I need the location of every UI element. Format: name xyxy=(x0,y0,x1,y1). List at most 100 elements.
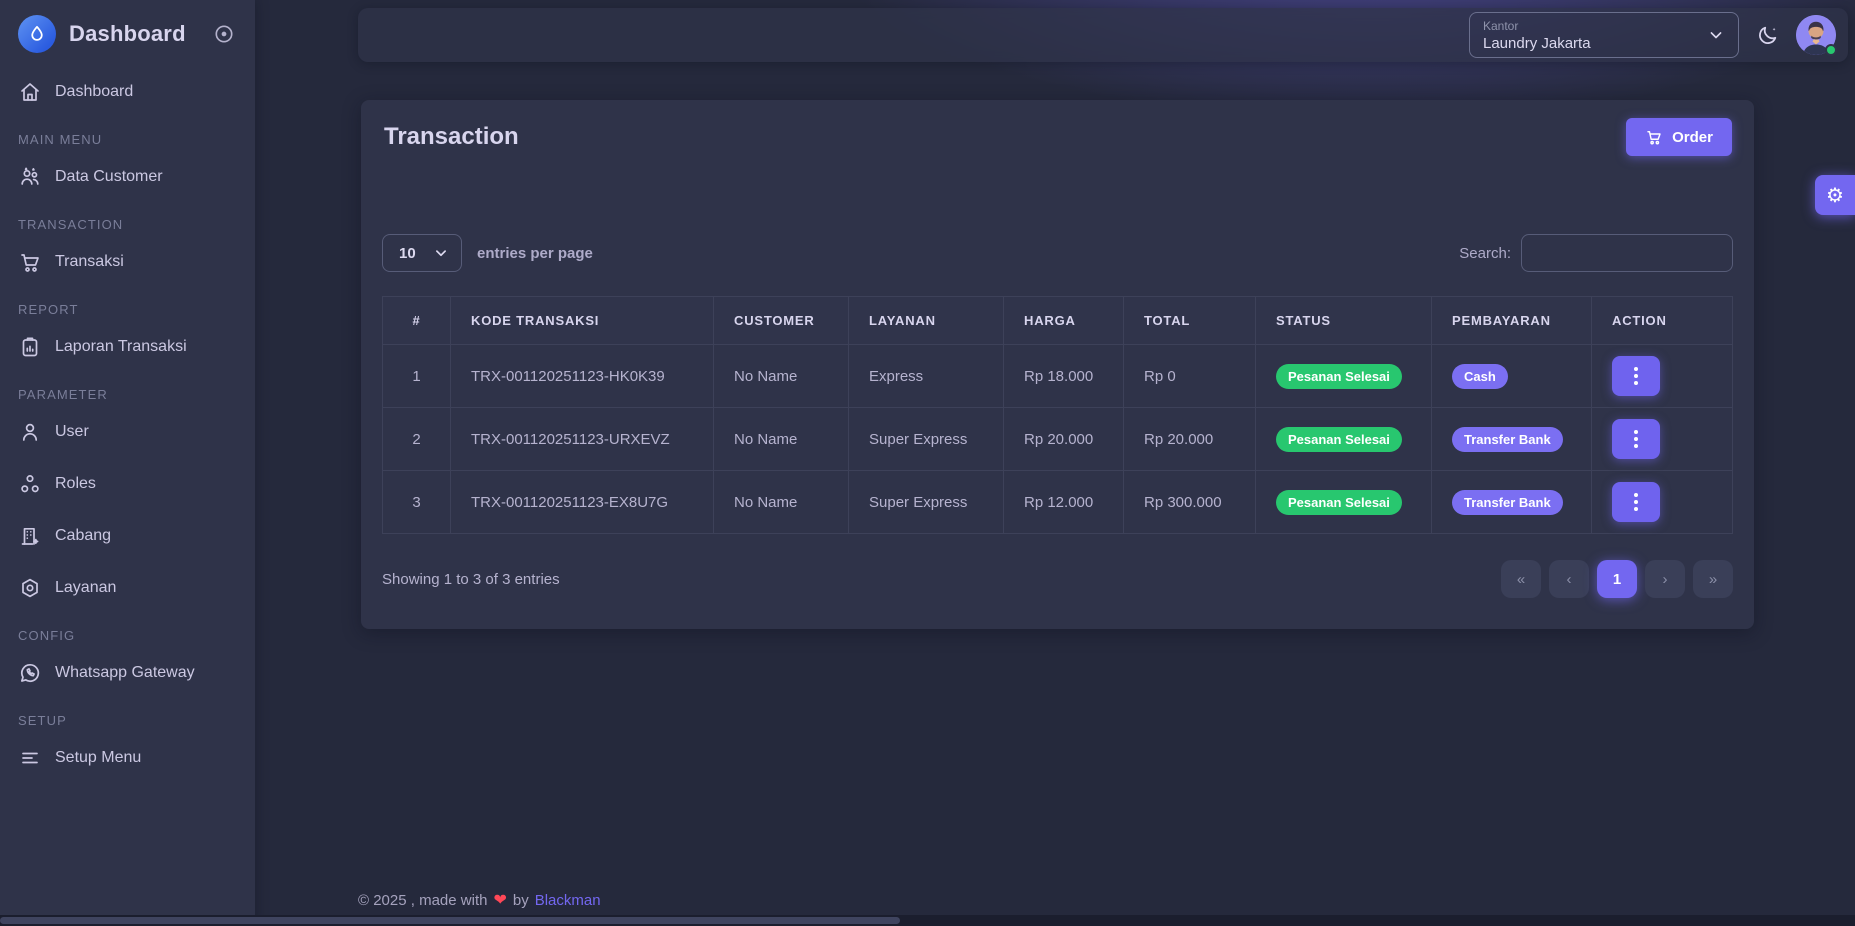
transaction-card: Transaction Order 10 entries per page xyxy=(361,100,1754,629)
building-icon xyxy=(18,524,42,548)
entries-per-page-label: entries per page xyxy=(477,245,593,262)
order-button[interactable]: Order xyxy=(1626,118,1732,156)
sidebar-section-report: REPORT xyxy=(18,302,237,317)
cell-status: Pesanan Selesai xyxy=(1256,471,1432,534)
cell-total: Rp 0 xyxy=(1124,345,1256,408)
user-avatar[interactable] xyxy=(1796,15,1836,55)
status-badge: Pesanan Selesai xyxy=(1276,427,1402,452)
card-header: Transaction Order xyxy=(361,100,1754,156)
table-header-row: # KODE TRANSAKSI CUSTOMER LAYANAN HARGA … xyxy=(383,297,1733,345)
table-controls: 10 entries per page Search: xyxy=(361,234,1754,272)
col-header-layanan: LAYANAN xyxy=(849,297,1004,345)
users-icon xyxy=(18,165,42,189)
cell-status: Pesanan Selesai xyxy=(1256,408,1432,471)
row-actions-button[interactable] xyxy=(1612,482,1660,522)
footer-author-link[interactable]: Blackman xyxy=(535,892,601,909)
ellipsis-icon xyxy=(1634,493,1638,497)
cell-no: 2 xyxy=(383,408,451,471)
sidebar-item-label: Whatsapp Gateway xyxy=(55,664,195,682)
sidebar-item-label: Layanan xyxy=(55,579,116,597)
table-row: 2 TRX-001120251123-URXEVZ No Name Super … xyxy=(383,408,1733,471)
cell-pembayaran: Transfer Bank xyxy=(1432,408,1592,471)
search-input[interactable] xyxy=(1521,234,1733,272)
pagination-page-1-button[interactable]: 1 xyxy=(1597,560,1637,598)
ellipsis-icon xyxy=(1634,367,1638,371)
sidebar-section-setup: SETUP xyxy=(18,713,237,728)
col-header-action: ACTION xyxy=(1592,297,1733,345)
search-label: Search: xyxy=(1459,245,1511,262)
cell-action xyxy=(1592,345,1733,408)
pagination-last-button[interactable]: » xyxy=(1693,560,1733,598)
transactions-table-wrap: # KODE TRANSAKSI CUSTOMER LAYANAN HARGA … xyxy=(382,296,1733,534)
sidebar-item-data-customer[interactable]: Data Customer xyxy=(0,157,255,197)
entries-per-page: 10 entries per page xyxy=(382,234,593,272)
sidebar-item-setup-menu[interactable]: Setup Menu xyxy=(0,738,255,778)
sidebar-collapse-toggle-icon[interactable] xyxy=(213,23,235,45)
pagination-first-button[interactable]: « xyxy=(1501,560,1541,598)
entries-select[interactable]: 10 xyxy=(382,234,462,272)
payment-badge: Transfer Bank xyxy=(1452,427,1563,452)
office-select-value: Laundry Jakarta xyxy=(1483,35,1706,52)
sidebar-item-dashboard[interactable]: Dashboard xyxy=(0,72,255,112)
home-icon xyxy=(18,80,42,104)
menu-lines-icon xyxy=(18,746,42,770)
payment-badge: Transfer Bank xyxy=(1452,490,1563,515)
table-row: 1 TRX-001120251123-HK0K39 No Name Expres… xyxy=(383,345,1733,408)
col-header-harga: HARGA xyxy=(1004,297,1124,345)
footer-copyright-text: © 2025 , made with xyxy=(358,892,487,909)
sidebar-item-roles[interactable]: Roles xyxy=(0,464,255,504)
sidebar-nav: Dashboard MAIN MENU Data Customer TRANSA… xyxy=(0,64,255,778)
cell-no: 1 xyxy=(383,345,451,408)
page-title: Transaction xyxy=(384,123,519,151)
cart-icon xyxy=(1645,128,1663,146)
sidebar-item-whatsapp-gateway[interactable]: Whatsapp Gateway xyxy=(0,653,255,693)
ellipsis-icon xyxy=(1634,430,1638,434)
pagination-next-button[interactable]: › xyxy=(1645,560,1685,598)
row-actions-button[interactable] xyxy=(1612,419,1660,459)
user-icon xyxy=(18,420,42,444)
dark-mode-toggle-moon-icon[interactable] xyxy=(1755,23,1780,48)
cell-customer: No Name xyxy=(714,471,849,534)
cell-total: Rp 20.000 xyxy=(1124,408,1256,471)
sidebar-item-laporan-transaksi[interactable]: Laporan Transaksi xyxy=(0,327,255,367)
status-badge: Pesanan Selesai xyxy=(1276,364,1402,389)
col-header-kode: KODE TRANSAKSI xyxy=(451,297,714,345)
col-header-pembayaran: PEMBAYARAN xyxy=(1432,297,1592,345)
sidebar-item-label: Setup Menu xyxy=(55,749,141,767)
col-header-customer: CUSTOMER xyxy=(714,297,849,345)
cell-kode: TRX-001120251123-URXEVZ xyxy=(451,408,714,471)
sidebar-item-user[interactable]: User xyxy=(0,412,255,452)
cell-kode: TRX-001120251123-HK0K39 xyxy=(451,345,714,408)
sidebar: Dashboard Dashboard MAIN MENU xyxy=(0,0,255,926)
page-footer: © 2025 , made with ❤ by Blackman xyxy=(358,890,601,910)
transactions-table: # KODE TRANSAKSI CUSTOMER LAYANAN HARGA … xyxy=(382,296,1733,534)
sidebar-item-transaksi[interactable]: Transaksi xyxy=(0,242,255,282)
pagination-prev-button[interactable]: ‹ xyxy=(1549,560,1589,598)
sidebar-item-cabang[interactable]: Cabang xyxy=(0,516,255,556)
payment-badge: Cash xyxy=(1452,364,1508,389)
sidebar-section-transaction: TRANSACTION xyxy=(18,217,237,232)
office-select[interactable]: Kantor Laundry Jakarta xyxy=(1469,12,1739,58)
cell-customer: No Name xyxy=(714,408,849,471)
office-select-label: Kantor xyxy=(1483,19,1706,33)
footer-by-text: by xyxy=(513,892,529,909)
showing-entries-text: Showing 1 to 3 of 3 entries xyxy=(382,571,560,588)
cell-layanan: Super Express xyxy=(849,408,1004,471)
cell-action xyxy=(1592,471,1733,534)
settings-customizer-button[interactable]: ⚙ xyxy=(1815,175,1855,215)
table-row: 3 TRX-001120251123-EX8U7G No Name Super … xyxy=(383,471,1733,534)
sidebar-item-label: Cabang xyxy=(55,527,111,545)
sidebar-item-layanan[interactable]: Layanan xyxy=(0,568,255,608)
sidebar-section-parameter: PARAMETER xyxy=(18,387,237,402)
brand-title: Dashboard xyxy=(69,21,200,47)
cell-pembayaran: Transfer Bank xyxy=(1432,471,1592,534)
cell-kode: TRX-001120251123-EX8U7G xyxy=(451,471,714,534)
scrollbar-thumb[interactable] xyxy=(0,917,900,924)
search-group: Search: xyxy=(1459,234,1733,272)
chevron-down-icon xyxy=(1706,25,1726,45)
sidebar-item-label: Data Customer xyxy=(55,168,163,186)
horizontal-scrollbar[interactable] xyxy=(0,915,1855,926)
cell-layanan: Express xyxy=(849,345,1004,408)
row-actions-button[interactable] xyxy=(1612,356,1660,396)
cell-harga: Rp 20.000 xyxy=(1004,408,1124,471)
